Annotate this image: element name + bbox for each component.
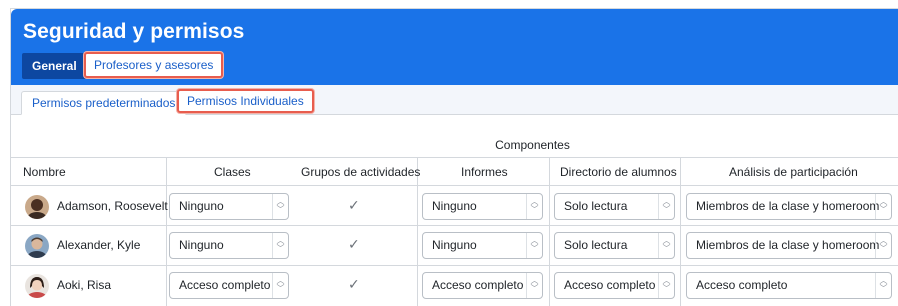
reports-select[interactable]: Ninguno ︿ ﹀ (422, 193, 543, 220)
updown-chevron-icon: ︿ ﹀ (526, 273, 542, 298)
select-value: Acceso completo (432, 278, 524, 292)
updown-chevron-icon: ︿ ﹀ (272, 194, 288, 219)
check-icon[interactable]: ✓ (348, 236, 360, 253)
column-header-reports: Informes (461, 165, 508, 179)
classes-select[interactable]: Ninguno ︿ ﹀ (169, 232, 289, 259)
subtab-bar: Permisos predeterminados Permisos Indivi… (11, 85, 898, 115)
select-value: Ninguno (179, 199, 224, 213)
divider (11, 185, 898, 186)
table-row: Adamson, Roosevelt Ninguno ︿ ﹀ ✓ Ninguno ︿ ﹀… (11, 187, 898, 225)
updown-chevron-icon: ︿ ﹀ (875, 273, 891, 298)
check-icon[interactable]: ✓ (348, 197, 360, 214)
participation-analysis-select[interactable]: Miembros de la clase y homeroom ︿ ﹀ (686, 193, 892, 220)
select-value: Miembros de la clase y homeroom (696, 238, 880, 252)
components-group-header: Componentes (495, 138, 570, 152)
participation-analysis-select[interactable]: Miembros de la clase y homeroom ︿ ﹀ (686, 232, 892, 259)
updown-chevron-icon: ︿ ﹀ (526, 233, 542, 258)
directory-select[interactable]: Acceso completo ︿ ﹀ (554, 272, 675, 299)
select-value: Acceso completo (564, 278, 656, 292)
table-row: Aoki, Risa Acceso completo ︿ ﹀ ✓ Acceso co… (11, 266, 898, 304)
updown-chevron-icon: ︿ ﹀ (875, 194, 891, 219)
table-row: Alexander, Kyle Ninguno ︿ ﹀ ✓ Ninguno ︿ ﹀ So… (11, 226, 898, 264)
column-header-classes: Clases (214, 165, 251, 179)
select-value: Solo lectura (564, 199, 628, 213)
updown-chevron-icon: ︿ ﹀ (658, 273, 674, 298)
updown-chevron-icon: ︿ ﹀ (272, 273, 288, 298)
select-value: Acceso completo (696, 278, 788, 292)
updown-chevron-icon: ︿ ﹀ (526, 194, 542, 219)
subtab-individual-permissions[interactable]: Permisos Individuales (177, 89, 314, 113)
page-title: Seguridad y permisos (23, 20, 245, 43)
select-value: Ninguno (432, 238, 477, 252)
column-header-student-directory: Directorio de alumnos (560, 165, 677, 179)
security-permissions-panel: Seguridad y permisos General Profesores … (10, 8, 898, 306)
subtab-default-permissions[interactable]: Permisos predeterminados (21, 91, 187, 115)
reports-select[interactable]: Ninguno ︿ ﹀ (422, 232, 543, 259)
column-header-activity-groups: Grupos de actividades (301, 165, 421, 179)
directory-select[interactable]: Solo lectura ︿ ﹀ (554, 232, 675, 259)
select-value: Ninguno (179, 238, 224, 252)
updown-chevron-icon: ︿ ﹀ (658, 194, 674, 219)
updown-chevron-icon: ︿ ﹀ (875, 233, 891, 258)
tab-general[interactable]: General (22, 53, 87, 79)
column-header-participation-analysis: Análisis de participación (729, 165, 858, 179)
avatar (25, 195, 49, 219)
teacher-name: Adamson, Roosevelt (57, 199, 168, 213)
select-value: Acceso completo (179, 278, 271, 292)
reports-select[interactable]: Acceso completo ︿ ﹀ (422, 272, 543, 299)
classes-select[interactable]: Acceso completo ︿ ﹀ (169, 272, 289, 299)
column-header-name: Nombre (23, 165, 66, 179)
teacher-name: Aoki, Risa (57, 278, 112, 292)
teacher-name: Alexander, Kyle (57, 238, 141, 252)
avatar (25, 274, 49, 298)
select-value: Solo lectura (564, 238, 628, 252)
tab-teachers-advisors[interactable]: Profesores y asesores (84, 52, 224, 78)
updown-chevron-icon: ︿ ﹀ (658, 233, 674, 258)
classes-select[interactable]: Ninguno ︿ ﹀ (169, 193, 289, 220)
select-value: Miembros de la clase y homeroom (696, 199, 880, 213)
avatar (25, 234, 49, 258)
page-header: Seguridad y permisos General Profesores … (11, 9, 898, 85)
updown-chevron-icon: ︿ ﹀ (272, 233, 288, 258)
divider (11, 157, 898, 158)
participation-analysis-select[interactable]: Acceso completo ︿ ﹀ (686, 272, 892, 299)
select-value: Ninguno (432, 199, 477, 213)
check-icon[interactable]: ✓ (348, 276, 360, 293)
directory-select[interactable]: Solo lectura ︿ ﹀ (554, 193, 675, 220)
